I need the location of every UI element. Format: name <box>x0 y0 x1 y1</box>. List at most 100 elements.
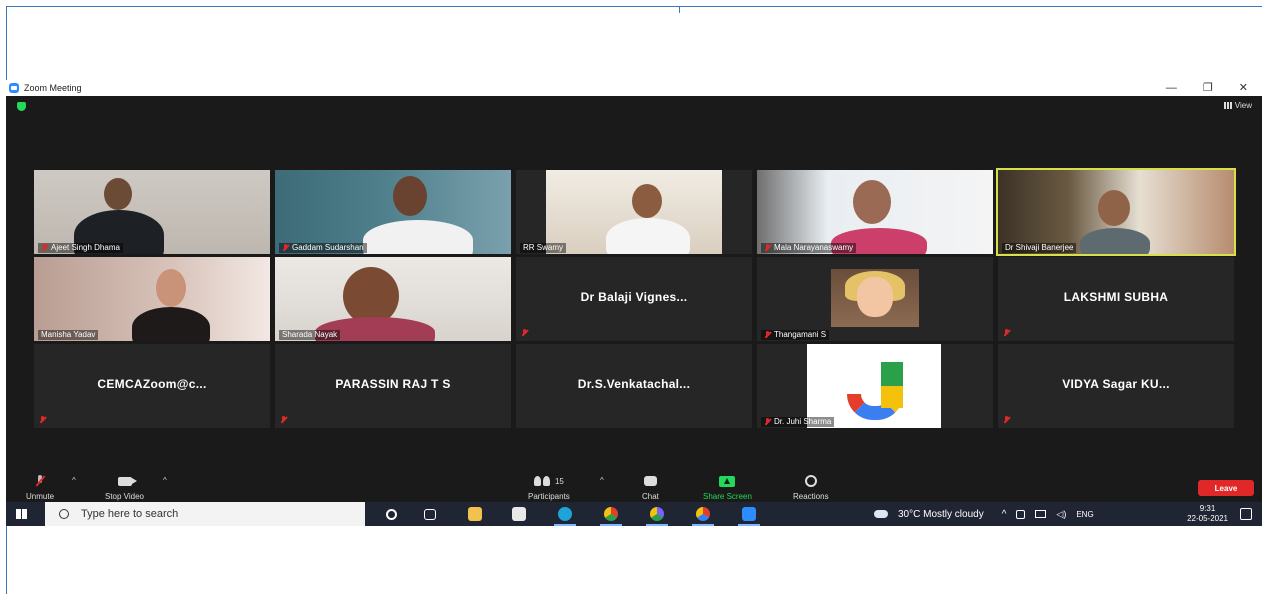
smiley-add-icon <box>804 475 817 487</box>
minimize-icon[interactable]: — <box>1166 80 1177 96</box>
participant-name: Dr.S.Venkatachal... <box>577 377 691 391</box>
participant-tile[interactable]: Dr.S.Venkatachal... <box>516 344 752 428</box>
muted-mic-icon <box>1003 416 1010 424</box>
participant-logo <box>807 344 941 428</box>
participant-name: Thangamani S <box>774 330 827 339</box>
muted-mic-icon <box>764 244 771 252</box>
grid-view-icon <box>1223 102 1232 109</box>
muted-mic-icon <box>764 331 771 339</box>
restore-icon[interactable]: ❐ <box>1203 80 1213 96</box>
participant-name: Dr Balaji Vignes... <box>580 290 688 304</box>
system-tray: 30°C Mostly cloudy ^ ◁) ENG <box>874 502 1094 526</box>
window-controls: — ❐ ✕ <box>1166 80 1248 96</box>
participant-tile[interactable]: Manisha Yadav <box>34 257 270 341</box>
video-options-caret-icon[interactable]: ^ <box>163 476 167 485</box>
cortana-icon[interactable] <box>386 509 397 520</box>
participant-tile[interactable]: VIDYA Sagar KU... <box>998 344 1234 428</box>
weather-cloud-icon[interactable] <box>874 510 888 518</box>
chrome-profile-icon[interactable] <box>646 507 668 526</box>
participant-tile[interactable]: Dr Balaji Vignes... <box>516 257 752 341</box>
notification-center-icon[interactable] <box>1240 508 1252 520</box>
participant-video <box>104 178 132 210</box>
meeting-area: View Ajeet Singh Dhama Gaddam Sudarshan … <box>6 96 1262 502</box>
muted-mic-icon <box>282 244 289 252</box>
participant-name: Ajeet Singh Dhama <box>51 243 120 252</box>
encryption-shield-icon[interactable] <box>17 102 26 111</box>
muted-microphone-icon <box>36 475 44 487</box>
zoom-taskbar-icon[interactable] <box>738 507 760 526</box>
zoom-app-icon <box>9 83 19 93</box>
participant-video <box>853 180 891 224</box>
muted-mic-icon <box>39 416 46 424</box>
participant-name: Mala Narayanaswamy <box>774 243 854 252</box>
file-explorer-icon[interactable] <box>468 507 482 521</box>
meet-now-icon[interactable] <box>1016 509 1026 519</box>
leave-button[interactable]: Leave <box>1198 480 1254 496</box>
participant-tile[interactable]: Thangamani S <box>757 257 993 341</box>
taskbar-search-box[interactable]: Type here to search <box>45 502 365 526</box>
reactions-button[interactable]: Reactions <box>793 474 829 501</box>
view-button[interactable]: View <box>1223 101 1252 110</box>
participant-avatar <box>831 269 919 327</box>
participant-name: LAKSHMI SUBHA <box>1063 290 1169 304</box>
view-label: View <box>1234 101 1252 110</box>
meeting-controls: Unmute ^ Stop Video ^ 15 Participants ^ … <box>6 470 1262 502</box>
taskbar-clock[interactable]: 9:31 22-05-2021 <box>1187 504 1228 524</box>
video-camera-icon <box>117 476 137 486</box>
participant-tile[interactable]: Ajeet Singh Dhama <box>34 170 270 254</box>
tray-overflow-caret-icon[interactable]: ^ <box>1002 509 1007 520</box>
participant-tile[interactable]: Dr. Juhi Sharma <box>757 344 993 428</box>
language-indicator[interactable]: ENG <box>1076 510 1093 519</box>
muted-mic-icon <box>1003 329 1010 337</box>
muted-mic-icon <box>521 329 528 337</box>
participants-count: 15 <box>554 476 564 486</box>
audio-options-caret-icon[interactable]: ^ <box>72 476 76 485</box>
search-icon <box>59 509 69 519</box>
clock-time: 9:31 <box>1199 504 1216 513</box>
chat-bubble-icon <box>643 476 657 486</box>
participants-options-caret-icon[interactable]: ^ <box>600 476 604 485</box>
network-icon[interactable] <box>1035 510 1047 518</box>
participant-tile[interactable]: CEMCAZoom@c... <box>34 344 270 428</box>
participant-name: VIDYA Sagar KU... <box>1062 377 1170 391</box>
participant-name: RR Swamy <box>523 243 564 252</box>
edge-browser-icon[interactable] <box>554 507 576 526</box>
clock-date: 22-05-2021 <box>1187 514 1228 523</box>
chat-button[interactable]: Chat <box>642 474 659 501</box>
share-screen-button[interactable]: Share Screen <box>703 474 752 501</box>
unmute-button[interactable]: Unmute <box>26 474 54 501</box>
participant-name: PARASSIN RAJ T S <box>335 377 451 391</box>
participant-name: Manisha Yadav <box>41 330 96 339</box>
participants-icon <box>533 476 552 486</box>
participant-tile[interactable]: Mala Narayanaswamy <box>757 170 993 254</box>
window-titlebar: Zoom Meeting — ❐ ✕ <box>6 80 1262 96</box>
participant-name: Dr Shivaji Banerjee <box>1005 243 1074 252</box>
participant-tile[interactable]: RR Swamy <box>516 170 752 254</box>
search-placeholder: Type here to search <box>81 508 179 520</box>
muted-mic-icon <box>41 244 48 252</box>
store-icon[interactable] <box>512 507 526 521</box>
task-view-icon[interactable] <box>424 509 436 520</box>
participant-name: Dr. Juhi Sharma <box>774 417 832 426</box>
participant-tile[interactable]: PARASSIN RAJ T S <box>275 344 511 428</box>
share-screen-icon <box>719 475 736 487</box>
close-icon[interactable]: ✕ <box>1239 80 1248 96</box>
participant-name: CEMCAZoom@c... <box>97 377 207 391</box>
muted-mic-icon <box>280 416 287 424</box>
participant-video <box>546 170 722 254</box>
weather-text[interactable]: 30°C Mostly cloudy <box>898 509 984 520</box>
volume-icon[interactable]: ◁) <box>1056 509 1066 520</box>
stop-video-button[interactable]: Stop Video <box>105 474 144 501</box>
participant-tile-active-speaker[interactable]: Dr Shivaji Banerjee <box>996 168 1236 256</box>
participants-button[interactable]: 15 Participants <box>528 474 570 501</box>
windows-start-icon[interactable] <box>16 509 27 519</box>
chrome-icon[interactable] <box>600 507 622 526</box>
participant-tile[interactable]: Gaddam Sudarshan <box>275 170 511 254</box>
participant-tile[interactable]: Sharada Nayak <box>275 257 511 341</box>
chrome-alt-icon[interactable] <box>692 507 714 526</box>
participant-tile[interactable]: LAKSHMI SUBHA <box>998 257 1234 341</box>
windows-taskbar: Type here to search 30°C Mostly cloudy ^… <box>6 502 1262 526</box>
participant-name: Gaddam Sudarshan <box>292 243 364 252</box>
frame-divider <box>679 7 680 13</box>
participant-video <box>156 269 186 307</box>
